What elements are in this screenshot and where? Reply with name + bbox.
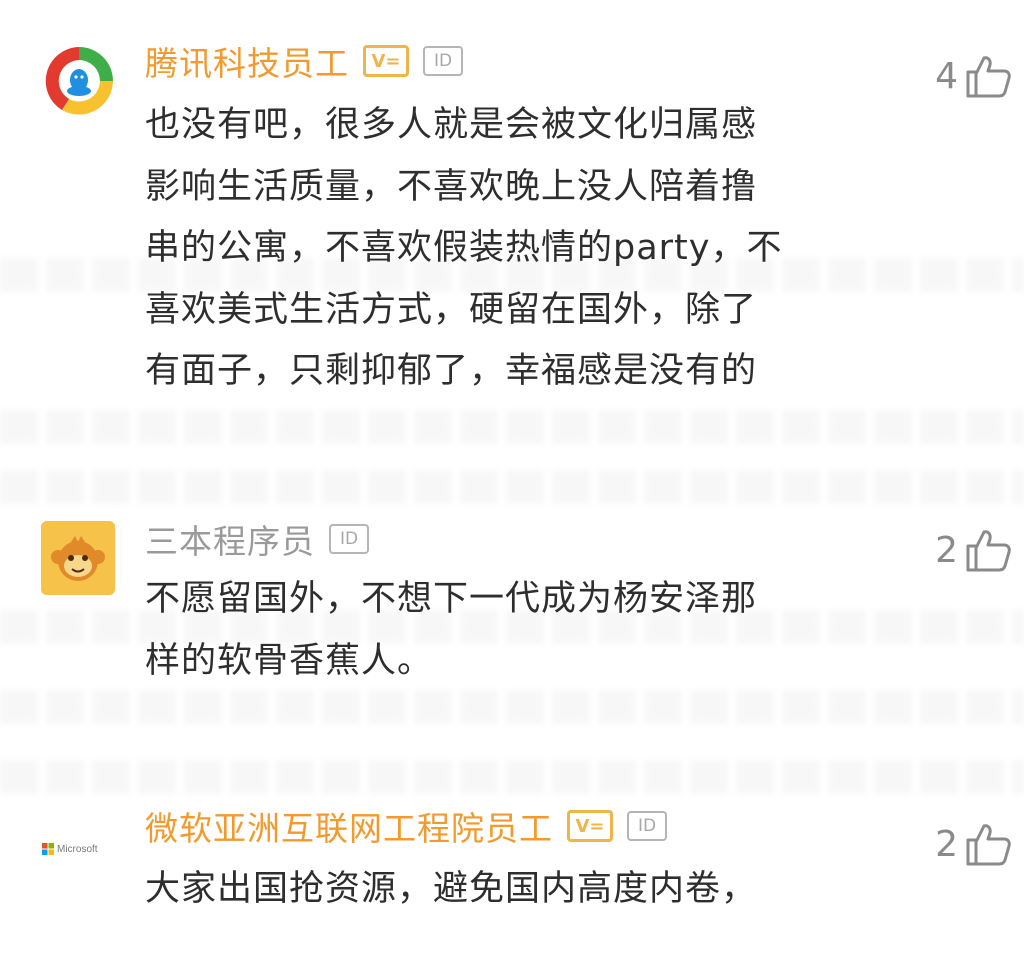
- thumbs-up-icon: [964, 52, 1012, 100]
- ghost-text: [0, 690, 1024, 724]
- thumbs-up-icon: [964, 820, 1012, 868]
- comment-text: 也没有吧，很多人就是会被文化归属感 影响生活质量，不喜欢晚上没人陪着撸 串的公寓…: [145, 105, 783, 391]
- avatar[interactable]: Microsoft: [42, 812, 116, 886]
- id-badge-icon: ID: [627, 811, 667, 841]
- avatar[interactable]: [41, 521, 115, 595]
- verified-badge-icon: V=: [363, 45, 409, 77]
- comment-text: 大家出国抢资源，避免国内高度内卷，: [145, 869, 758, 909]
- username[interactable]: 腾讯科技员工: [145, 37, 349, 85]
- verified-badge-icon: V=: [567, 810, 613, 842]
- like-button[interactable]: 2: [935, 820, 1012, 868]
- ghost-text: [0, 470, 1024, 504]
- like-count: 2: [935, 823, 958, 865]
- like-count: 2: [935, 529, 958, 571]
- like-count: 4: [935, 55, 958, 97]
- comment-text: 不愿留国外，不想下一代成为杨安泽那 样的软骨香蕉人。: [145, 579, 758, 681]
- username[interactable]: 三本程序员: [145, 515, 315, 563]
- microsoft-wordmark: Microsoft: [57, 843, 98, 855]
- ghost-text: [0, 760, 1024, 794]
- bottom-fade: [0, 926, 1024, 954]
- avatar[interactable]: [42, 44, 116, 118]
- like-button[interactable]: 4: [935, 52, 1012, 100]
- like-button[interactable]: 2: [935, 526, 1012, 574]
- username[interactable]: 微软亚洲互联网工程院员工: [145, 802, 553, 850]
- comment-feed: 腾讯科技员工 V= ID 也没有吧，很多人就是会被文化归属感 影响生活质量，不喜…: [0, 0, 1024, 954]
- thumbs-up-icon: [964, 526, 1012, 574]
- ghost-text: [0, 410, 1024, 444]
- id-badge-icon: ID: [329, 524, 369, 554]
- tencent-logo-icon: [43, 45, 115, 117]
- id-badge-icon: ID: [423, 46, 463, 76]
- monkey-avatar-icon: [41, 521, 115, 595]
- microsoft-logo-icon: [42, 843, 54, 855]
